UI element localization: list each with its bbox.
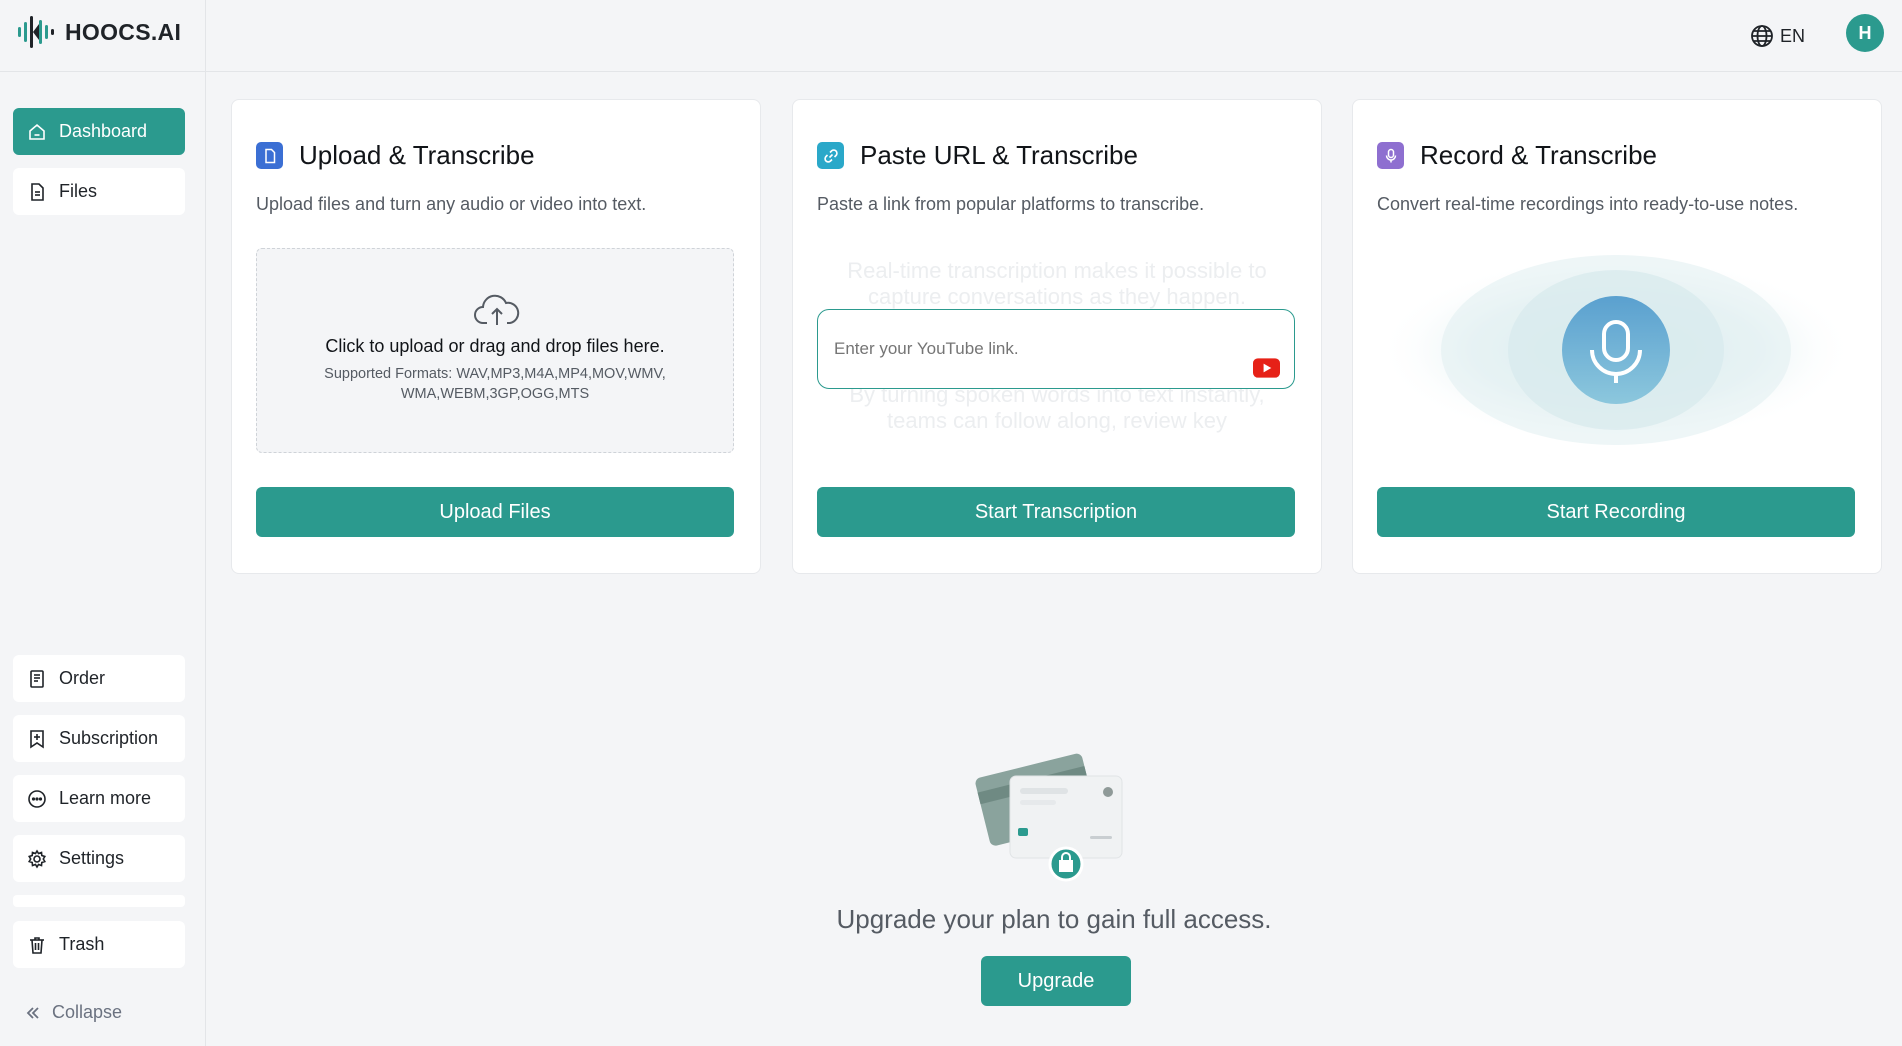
sidebar-item-files[interactable]: Files	[13, 168, 185, 215]
brand-name: HOOCS.AI	[65, 18, 182, 45]
brand-logo[interactable]: HOOCS.AI	[17, 14, 181, 50]
upgrade-button[interactable]: Upgrade	[981, 956, 1131, 1006]
youtube-icon	[1253, 358, 1280, 378]
cloud-upload-icon	[474, 294, 520, 325]
language-switcher[interactable]: EN	[1750, 20, 1805, 52]
record-title-text: Record & Transcribe	[1420, 140, 1657, 170]
url-card: Paste URL & Transcribe Paste a link from…	[792, 99, 1322, 574]
sidebar-item-label: Order	[59, 668, 106, 688]
top-header: HOOCS.AI EN H	[0, 0, 1902, 72]
ghost-text-line: Real-time transcription makes it possibl…	[847, 258, 1267, 283]
subscription-icon	[30, 729, 44, 748]
sidebar-item-learn-more[interactable]: Learn more	[13, 775, 185, 822]
order-icon	[30, 669, 44, 688]
sidebar: Dashboard Files Order Subscription Learn…	[0, 72, 206, 1046]
sidebar-item-label: Trash	[59, 934, 105, 954]
upgrade-message: Upgrade your plan to gain full access.	[836, 904, 1272, 934]
sidebar-separator	[13, 895, 185, 907]
trash-icon	[30, 936, 44, 954]
sidebar-item-label: Settings	[59, 848, 125, 868]
collapse-label: Collapse	[52, 1002, 123, 1022]
sidebar-item-label: Subscription	[59, 728, 159, 748]
avatar[interactable]: H	[1846, 14, 1884, 52]
gear-icon	[28, 848, 46, 869]
document-icon	[256, 142, 283, 169]
url-description: Paste a link from popular platforms to t…	[817, 194, 1205, 214]
credit-cards-illustration	[975, 753, 1123, 882]
language-label: EN	[1780, 25, 1806, 46]
double-chevron-left-icon	[26, 1006, 39, 1019]
record-card: Record & Transcribe Convert real-time re…	[1352, 99, 1882, 574]
sidebar-item-dashboard[interactable]: Dashboard	[13, 108, 185, 155]
sidebar-item-label: Dashboard	[59, 121, 148, 141]
globe-icon	[1751, 25, 1773, 47]
record-microphone-button[interactable]	[1377, 255, 1855, 445]
microphone-icon	[1377, 142, 1404, 169]
ghost-text-line: capture conversations as they happen.	[868, 284, 1246, 309]
collapse-button[interactable]: Collapse	[24, 1002, 122, 1023]
sidebar-item-trash[interactable]: Trash	[13, 921, 185, 968]
sidebar-item-settings[interactable]: Settings	[13, 835, 185, 882]
upload-files-button[interactable]: Upload Files	[256, 487, 734, 537]
sidebar-item-subscription[interactable]: Subscription	[13, 715, 185, 762]
start-transcription-button[interactable]: Start Transcription	[817, 487, 1295, 537]
youtube-link-input[interactable]	[817, 309, 1295, 389]
url-title-text: Paste URL & Transcribe	[860, 140, 1138, 170]
sidebar-item-order[interactable]: Order	[13, 655, 185, 702]
ghost-text-line: teams can follow along, review key	[887, 408, 1227, 433]
link-icon	[817, 142, 844, 169]
url-card-title: Paste URL & Transcribe	[817, 140, 1138, 171]
file-icon	[31, 182, 44, 201]
supported-formats: Supported Formats: WAV,MP3,M4A,MP4,MOV,W…	[324, 366, 666, 402]
upload-dropzone[interactable]: Click to upload or drag and drop files h…	[256, 248, 734, 453]
dropzone-instructions: Click to upload or drag and drop files h…	[325, 336, 665, 356]
start-recording-button[interactable]: Start Recording	[1377, 487, 1855, 537]
sidebar-item-label: Files	[59, 181, 98, 201]
sidebar-item-label: Learn more	[59, 788, 152, 808]
upload-description: Upload files and turn any audio or video…	[256, 194, 647, 214]
header-divider	[205, 0, 206, 72]
upload-title-text: Upload & Transcribe	[299, 140, 535, 170]
record-description: Convert real-time recordings into ready-…	[1377, 194, 1799, 214]
logo-icon	[18, 16, 54, 48]
upload-card: Upload & Transcribe Upload files and tur…	[231, 99, 761, 574]
home-icon	[29, 123, 45, 140]
record-card-title: Record & Transcribe	[1377, 140, 1657, 171]
upload-card-title: Upload & Transcribe	[256, 140, 535, 171]
more-icon	[28, 789, 46, 808]
